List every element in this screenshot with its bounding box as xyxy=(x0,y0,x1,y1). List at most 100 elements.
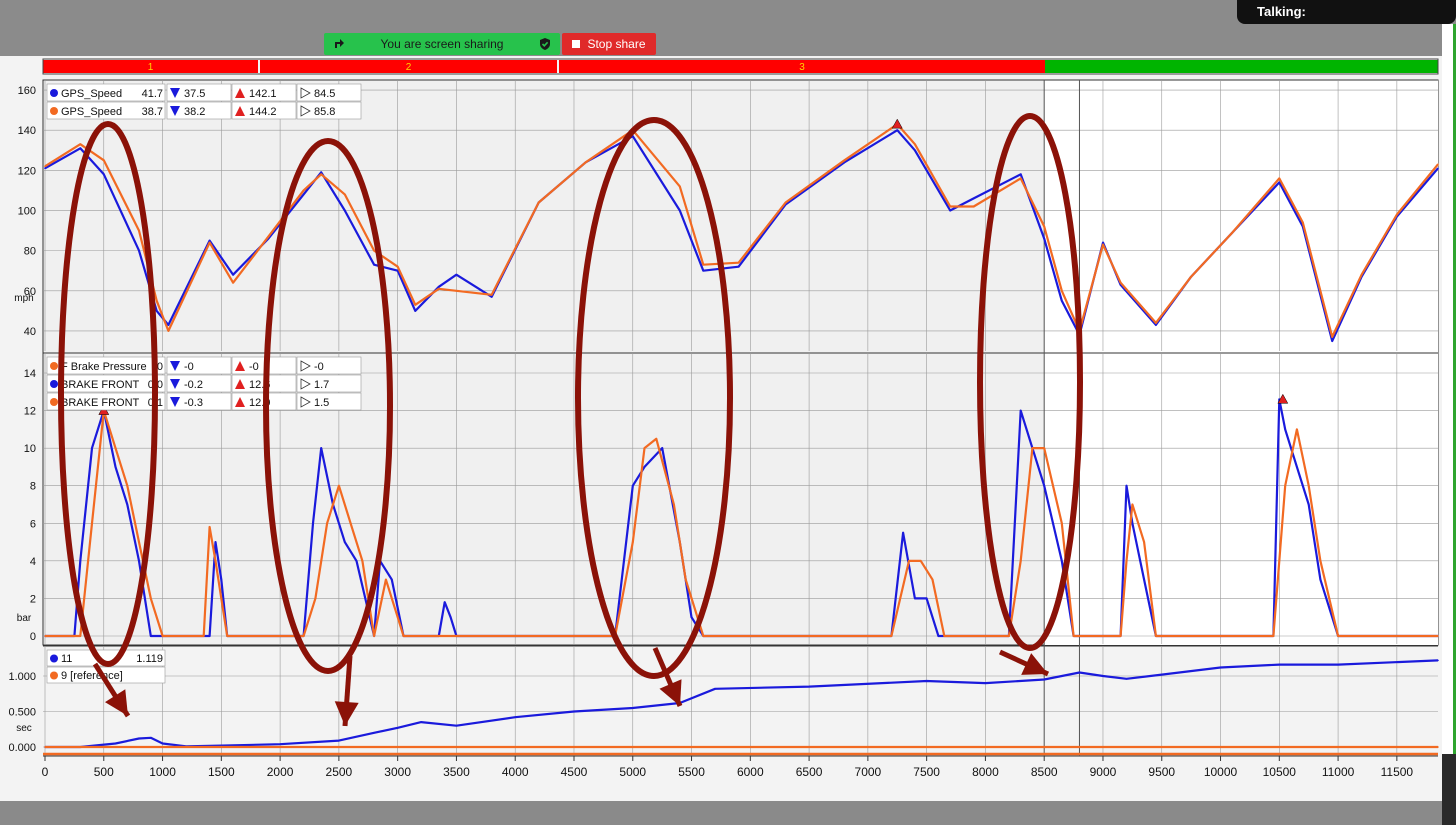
data-point xyxy=(91,447,93,449)
data-point xyxy=(902,531,904,534)
data-point xyxy=(343,209,346,212)
data-point xyxy=(44,165,46,168)
data-point xyxy=(702,263,705,266)
data-point xyxy=(908,560,910,562)
data-point xyxy=(1437,746,1439,748)
legend-stat-avg: 1.7 xyxy=(314,379,329,391)
data-point xyxy=(138,541,140,543)
data-point xyxy=(808,685,810,688)
data-point xyxy=(1437,167,1439,170)
data-point xyxy=(267,235,270,238)
data-point xyxy=(1019,409,1022,412)
data-point xyxy=(1278,663,1281,666)
data-point xyxy=(1278,181,1281,184)
data-point xyxy=(1360,273,1363,276)
segment-bar[interactable]: 1 2 3 xyxy=(42,58,1439,75)
data-point xyxy=(1437,659,1439,662)
data-point xyxy=(232,281,234,284)
legend-stat-avg: -0 xyxy=(314,361,324,373)
data-point xyxy=(684,578,687,581)
data-point xyxy=(220,597,223,600)
data-point xyxy=(102,173,105,176)
data-point xyxy=(1125,560,1128,562)
legend-name: F Brake Pressure xyxy=(61,361,147,373)
data-point xyxy=(1102,243,1104,246)
data-point xyxy=(1102,675,1104,677)
data-point xyxy=(44,635,46,637)
screen-sharing-text: You are screen sharing xyxy=(380,37,504,51)
data-point xyxy=(737,261,740,264)
data-point xyxy=(702,635,705,637)
data-point xyxy=(208,241,211,244)
legend-name: BRAKE FRONT xyxy=(61,379,140,391)
data-point xyxy=(155,310,158,312)
data-point xyxy=(114,466,117,468)
data-point xyxy=(214,541,217,543)
data-point xyxy=(631,484,634,487)
data-point xyxy=(1061,560,1063,562)
data-point xyxy=(220,578,223,581)
data-point xyxy=(573,710,575,713)
y-unit-label: mph xyxy=(14,293,33,304)
x-tick-label: 9500 xyxy=(1148,765,1175,779)
dark-corner xyxy=(1442,754,1456,825)
talking-indicator: Talking: xyxy=(1237,0,1456,24)
data-point xyxy=(1307,503,1310,506)
screen-sharing-banner[interactable]: You are screen sharing xyxy=(324,33,560,55)
stop-share-button[interactable]: Stop share xyxy=(562,33,656,55)
x-tick-label: 6000 xyxy=(737,765,764,779)
data-point xyxy=(1043,225,1045,228)
data-point xyxy=(1219,666,1222,669)
data-point xyxy=(1008,635,1010,637)
x-tick-label: 8500 xyxy=(1031,765,1058,779)
data-point xyxy=(1284,484,1286,487)
data-point xyxy=(1043,678,1045,681)
data-point xyxy=(208,526,211,528)
share-screen-icon xyxy=(335,39,344,48)
data-point xyxy=(1019,173,1022,176)
data-point xyxy=(102,159,105,162)
data-point xyxy=(1337,663,1339,666)
data-point xyxy=(214,560,217,562)
data-point xyxy=(226,635,229,637)
data-point xyxy=(155,300,158,302)
data-point xyxy=(714,687,716,690)
y-tick-label: 160 xyxy=(18,85,36,97)
data-point xyxy=(414,304,417,306)
y-tick-label: 2 xyxy=(30,593,36,605)
x-tick-label: 3500 xyxy=(443,765,470,779)
data-point xyxy=(126,484,129,487)
data-point xyxy=(208,635,211,637)
data-point xyxy=(784,201,787,204)
data-point xyxy=(490,293,493,296)
data-point xyxy=(673,503,675,506)
segment-label: 2 xyxy=(406,62,412,73)
data-point xyxy=(643,447,646,449)
telemetry-chart[interactable]: 123 160140120100806040mph14121086420bar1… xyxy=(0,56,1442,801)
data-point xyxy=(1131,522,1134,525)
data-point xyxy=(373,249,375,252)
data-point xyxy=(167,324,170,326)
data-point xyxy=(943,635,946,637)
data-point xyxy=(79,635,82,637)
legend-stat-min: -0 xyxy=(184,361,194,373)
data-point xyxy=(44,167,46,170)
data-point xyxy=(1061,522,1063,525)
data-point xyxy=(1102,241,1104,244)
y-tick-label: 100 xyxy=(18,205,36,217)
data-point xyxy=(438,285,440,288)
data-point xyxy=(320,447,323,449)
data-point xyxy=(914,149,916,152)
x-tick-label: 10500 xyxy=(1263,765,1297,779)
data-point xyxy=(1296,428,1298,431)
legend-stat-avg: 84.5 xyxy=(314,88,335,100)
data-point xyxy=(138,249,140,252)
data-point xyxy=(661,447,663,449)
data-point xyxy=(1231,231,1234,234)
data-point xyxy=(202,635,205,637)
data-point xyxy=(343,193,346,196)
legend-value: 41.7 xyxy=(142,88,163,100)
data-point xyxy=(320,171,323,174)
legend-stat-max: -0 xyxy=(249,361,259,373)
data-point xyxy=(1190,275,1192,278)
